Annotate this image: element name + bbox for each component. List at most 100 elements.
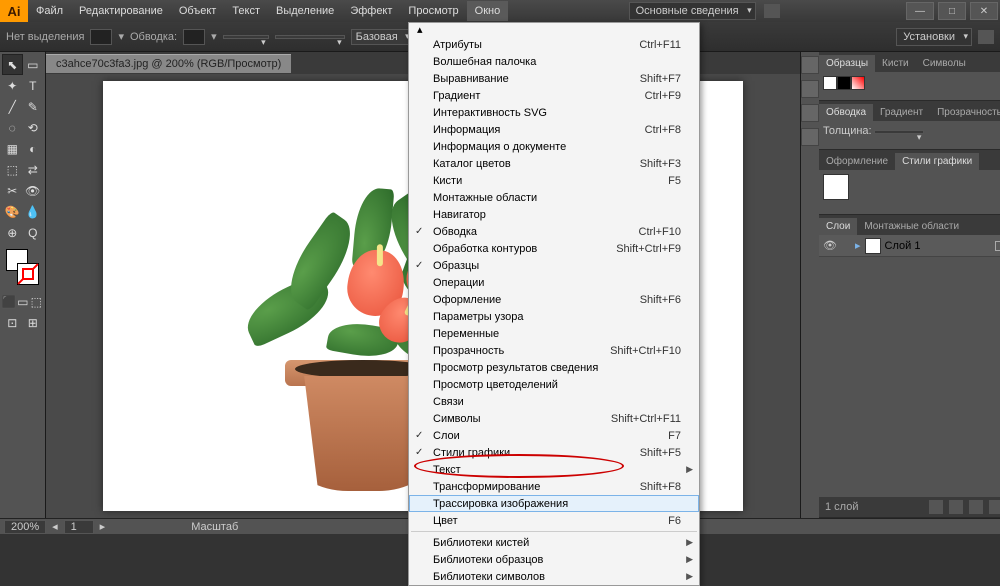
tab-прозрачность[interactable]: Прозрачность — [930, 104, 1000, 121]
fill-swatch[interactable] — [90, 29, 112, 45]
tool-9[interactable]: ◐ — [23, 138, 44, 159]
tool-4[interactable]: ╱ — [2, 96, 23, 117]
menu-item-трассировка-изображения[interactable]: Трассировка изображения — [409, 495, 699, 512]
menu-окно[interactable]: Окно — [467, 1, 509, 21]
panel-icon[interactable] — [801, 104, 819, 122]
stroke-color[interactable] — [17, 263, 39, 285]
menu-item-операции[interactable]: Операции — [409, 274, 699, 291]
menu-выделение[interactable]: Выделение — [268, 1, 342, 21]
tool-11[interactable]: ⇄ — [23, 159, 44, 180]
menu-item-текст[interactable]: Текст▶ — [409, 461, 699, 478]
menu-item-интерактивность-svg[interactable]: Интерактивность SVG — [409, 104, 699, 121]
tool-14[interactable]: 🎨 — [2, 201, 23, 222]
tab-монтажные области[interactable]: Монтажные области — [857, 218, 966, 235]
tool-0[interactable]: ⬉ — [2, 54, 23, 75]
menu-item-символы[interactable]: СимволыShift+Ctrl+F11 — [409, 410, 699, 427]
nav-prev-icon[interactable]: ◂ — [52, 520, 58, 533]
tab-слои[interactable]: Слои — [819, 218, 857, 235]
menu-item-выравнивание[interactable]: ВыравниваниеShift+F7 — [409, 70, 699, 87]
screen-mode[interactable]: ⊞ — [23, 312, 44, 333]
menu-item-атрибуты[interactable]: АтрибутыCtrl+F11 — [409, 36, 699, 53]
menu-item-слои[interactable]: ✓СлоиF7 — [409, 427, 699, 444]
menu-item-монтажные-области[interactable]: Монтажные области — [409, 189, 699, 206]
color-mode[interactable]: ⬛ — [2, 291, 16, 312]
screen-mode[interactable]: ⊡ — [2, 312, 23, 333]
stroke-weight-dropdown[interactable] — [223, 35, 269, 39]
menu-item-переменные[interactable]: Переменные — [409, 325, 699, 342]
stroke-swatch[interactable] — [183, 29, 205, 45]
trash-icon[interactable] — [989, 500, 1000, 514]
stroke-weight-field[interactable] — [874, 130, 924, 134]
panel-icon[interactable] — [801, 128, 819, 146]
menu-item-информация-о-документе[interactable]: Информация о документе — [409, 138, 699, 155]
layer-row[interactable]: 👁 ▸ Слой 1 — [819, 235, 1000, 257]
tool-8[interactable]: ▦ — [2, 138, 23, 159]
menu-просмотр[interactable]: Просмотр — [400, 1, 466, 21]
menu-item-образцы[interactable]: ✓Образцы — [409, 257, 699, 274]
menu-item-параметры-узора[interactable]: Параметры узора — [409, 308, 699, 325]
menu-item-каталог-цветов[interactable]: Каталог цветовShift+F3 — [409, 155, 699, 172]
menu-item-градиент[interactable]: ГрадиентCtrl+F9 — [409, 87, 699, 104]
tool-5[interactable]: ✎ — [23, 96, 44, 117]
tool-15[interactable]: 💧 — [23, 201, 44, 222]
new-layer-icon[interactable] — [969, 500, 983, 514]
tool-7[interactable]: ⟲ — [23, 117, 44, 138]
tab-символы[interactable]: Символы — [916, 55, 973, 72]
nav-next-icon[interactable]: ▸ — [100, 520, 106, 533]
layer-target-icon[interactable] — [995, 241, 1000, 251]
tab-оформление[interactable]: Оформление — [819, 153, 895, 170]
document-tab[interactable]: c3ahce70c3fa3.jpg @ 200% (RGB/Просмотр) — [46, 54, 291, 73]
menu-item-связи[interactable]: Связи — [409, 393, 699, 410]
menu-item-обработка-контуров[interactable]: Обработка контуровShift+Ctrl+F9 — [409, 240, 699, 257]
menu-item-обводка[interactable]: ✓ОбводкаCtrl+F10 — [409, 223, 699, 240]
menu-item-кисти[interactable]: КистиF5 — [409, 172, 699, 189]
tool-2[interactable]: ✦ — [2, 75, 23, 96]
menu-файл[interactable]: Файл — [28, 1, 71, 21]
menu-item-цвет[interactable]: ЦветF6 — [409, 512, 699, 529]
menu-текст[interactable]: Текст — [224, 1, 268, 21]
menu-item-библиотеки-кистей[interactable]: Библиотеки кистей▶ — [409, 534, 699, 551]
menu-item-библиотеки-символов[interactable]: Библиотеки символов▶ — [409, 568, 699, 585]
tool-12[interactable]: ✂ — [2, 180, 23, 201]
panel-icon[interactable] — [801, 56, 819, 74]
tool-13[interactable]: 👁 — [23, 180, 44, 201]
tool-3[interactable]: T — [23, 75, 44, 96]
menu-item-прозрачность[interactable]: ПрозрачностьShift+Ctrl+F10 — [409, 342, 699, 359]
tab-стили графики[interactable]: Стили графики — [895, 153, 979, 170]
color-mode[interactable]: ▭ — [16, 291, 30, 312]
menu-объект[interactable]: Объект — [171, 1, 224, 21]
locate-icon[interactable] — [929, 500, 943, 514]
menu-item-просмотр-цветоделений[interactable]: Просмотр цветоделений — [409, 376, 699, 393]
style-thumbnail[interactable] — [823, 174, 849, 200]
menu-item-просмотр-результатов-сведения[interactable]: Просмотр результатов сведения — [409, 359, 699, 376]
workspace-switcher[interactable]: Основные сведения — [629, 2, 756, 20]
menu-item-информация[interactable]: ИнформацияCtrl+F8 — [409, 121, 699, 138]
color-mode[interactable]: ⬚ — [30, 291, 44, 312]
tab-градиент[interactable]: Градиент — [873, 104, 930, 121]
artboard-nav[interactable]: 1 — [64, 520, 94, 534]
tab-обводка[interactable]: Обводка — [819, 104, 873, 121]
tool-16[interactable]: ⊕ — [2, 222, 23, 243]
menu-item-навигатор[interactable]: Навигатор — [409, 206, 699, 223]
zoom-level[interactable]: 200% — [4, 520, 46, 534]
menu-item-волшебная-палочка[interactable]: Волшебная палочка — [409, 53, 699, 70]
menu-item-стили-графики[interactable]: ✓Стили графикиShift+F5 — [409, 444, 699, 461]
align-icon[interactable] — [978, 30, 994, 44]
brush-dropdown[interactable] — [275, 35, 345, 39]
tool-1[interactable]: ▭ — [23, 54, 43, 75]
menu-item-библиотеки-образцов[interactable]: Библиотеки образцов▶ — [409, 551, 699, 568]
menu-item-трансформирование[interactable]: ТрансформированиеShift+F8 — [409, 478, 699, 495]
menu-эффект[interactable]: Эффект — [342, 1, 400, 21]
panel-icon[interactable] — [801, 80, 819, 98]
maximize-button[interactable]: □ — [938, 2, 966, 20]
search-icon[interactable] — [764, 4, 780, 18]
tab-кисти[interactable]: Кисти — [875, 55, 916, 72]
minimize-button[interactable]: — — [906, 2, 934, 20]
tab-образцы[interactable]: Образцы — [819, 55, 875, 72]
menu-редактирование[interactable]: Редактирование — [71, 1, 171, 21]
doc-setup-dropdown[interactable]: Установки — [896, 28, 972, 46]
tool-6[interactable]: ◌ — [2, 117, 23, 138]
new-sublayer-icon[interactable] — [949, 500, 963, 514]
style-dropdown[interactable]: Базовая — [351, 29, 413, 45]
menu-item-оформление[interactable]: ОформлениеShift+F6 — [409, 291, 699, 308]
